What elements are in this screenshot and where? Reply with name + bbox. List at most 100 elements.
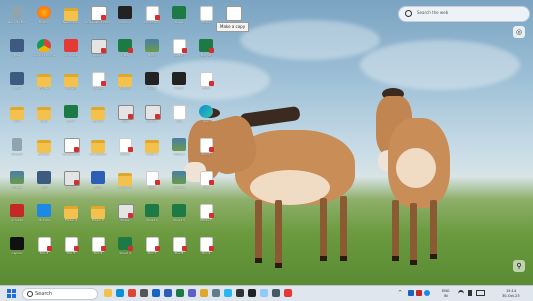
teams-icon[interactable]	[188, 289, 196, 297]
desktop-icon[interactable]: Sheet	[166, 3, 192, 33]
pdf-badge-icon	[182, 48, 187, 53]
desktop-icon[interactable]: Work	[4, 102, 30, 132]
security-icon[interactable]	[408, 290, 414, 296]
desktop-icon[interactable]: Doc 7	[139, 234, 165, 264]
desktop-icon[interactable]: Media	[139, 69, 165, 99]
desktop-icon[interactable]: Text	[166, 102, 192, 132]
camera-icon[interactable]	[236, 289, 244, 297]
desktop-icon[interactable]: List	[193, 168, 219, 198]
desktop-icon[interactable]: Adobe	[166, 69, 192, 99]
desktop-icon[interactable]: Excel	[58, 102, 84, 132]
desktop-icon[interactable]: Memo	[112, 135, 138, 165]
desktop-icon[interactable]: Report	[85, 36, 111, 66]
desktop-icon[interactable]: Doc 8	[166, 234, 192, 264]
desktop-icon[interactable]: Firefox	[31, 3, 57, 33]
desktop-icon[interactable]: Capture	[112, 3, 138, 33]
desktop-icon-label: Screenshot	[62, 153, 80, 156]
taskbar-search-box[interactable]: Search	[22, 288, 98, 300]
desktop-icon[interactable]: Shared	[85, 102, 111, 132]
desktop-icon[interactable]: Doc 6	[85, 234, 111, 264]
snipping-icon[interactable]	[284, 289, 292, 297]
desktop-icon[interactable]: Docs	[31, 102, 57, 132]
edge-icon[interactable]	[116, 289, 124, 297]
desktop-icon[interactable]: Folder 2	[139, 135, 165, 165]
desktop-icon[interactable]: Page	[139, 168, 165, 198]
photos-icon[interactable]	[224, 289, 232, 297]
desktop-icon[interactable]: Letter	[166, 36, 192, 66]
desktop-icon[interactable]: Folder 3	[112, 168, 138, 198]
desktop-icon[interactable]: Sheet 2	[139, 201, 165, 231]
desktop-icon-label: Doc 3	[201, 153, 211, 156]
desktop-icon[interactable]: Invoice	[85, 69, 111, 99]
desktop-icon[interactable]: Notes 2	[193, 201, 219, 231]
notepad-icon[interactable]	[260, 289, 268, 297]
desktop-icon[interactable]: CapCut	[4, 234, 30, 264]
cloud-icon[interactable]	[424, 290, 430, 296]
desktop-icon[interactable]: Doc 4	[31, 234, 57, 264]
excel-icon	[172, 6, 186, 19]
wifi-icon[interactable]	[458, 290, 464, 298]
desktop-icon[interactable]: Data	[112, 36, 138, 66]
desktop-search-box[interactable]: Search the web	[398, 6, 530, 22]
desktop-icon[interactable]: Drive	[4, 69, 30, 99]
desktop-icon[interactable]: Sheet 4	[112, 234, 138, 264]
desktop-icon[interactable]: Folder	[31, 69, 57, 99]
desktop-icon[interactable]: Doc 3	[193, 135, 219, 165]
desktop-icon[interactable]: Scan	[112, 102, 138, 132]
desktop-icon[interactable]: Photo 2	[166, 135, 192, 165]
clock-date[interactable]: 30-Oct-23	[502, 294, 520, 298]
desktop-icon[interactable]: Word	[85, 168, 111, 198]
desktop-icon[interactable]: Form	[193, 69, 219, 99]
desktop-icon[interactable]: Images	[4, 168, 30, 198]
desktop-icon[interactable]: Picture	[166, 168, 192, 198]
file-explorer-icon[interactable]	[104, 289, 112, 297]
word-icon[interactable]	[164, 289, 172, 297]
pdf-badge-icon	[128, 147, 133, 152]
desktop-icon-label: Doc 8	[174, 252, 184, 255]
excel-icon[interactable]	[176, 289, 184, 297]
store-icon[interactable]	[140, 289, 148, 297]
desktop-icon[interactable]: Folder 4	[58, 201, 84, 231]
desktop-icon[interactable]: Tool	[31, 168, 57, 198]
desktop-icon[interactable]: Slides	[112, 201, 138, 231]
desktop-icon[interactable]: Doc 5	[58, 234, 84, 264]
desktop-icon[interactable]: Project	[58, 69, 84, 99]
desktop-icon[interactable]: Budget	[193, 36, 219, 66]
desktop-icon[interactable]: AnyDesk	[58, 36, 84, 66]
folder-icon[interactable]	[200, 289, 208, 297]
desktop-icon[interactable]: Backup	[31, 135, 57, 165]
lens-icon[interactable]: ⚲	[513, 260, 525, 272]
desktop-icon[interactable]: Doc 9	[193, 234, 219, 264]
desktop-icon[interactable]: Screenshot 2023	[85, 3, 111, 33]
desktop-icon[interactable]: Acrobat	[4, 201, 30, 231]
copilot-icon[interactable]: ◎	[513, 26, 525, 38]
desktop-icon[interactable]: Files	[4, 36, 30, 66]
desktop-icon[interactable]: New folder	[58, 3, 84, 33]
desktop-icon[interactable]: VS Code	[31, 201, 57, 231]
desktop-icon[interactable]: Scan 3	[58, 168, 84, 198]
mail-icon[interactable]	[152, 289, 160, 297]
calculator-icon[interactable]	[272, 289, 280, 297]
desktop-icon[interactable]: Google Chrome	[31, 36, 57, 66]
terminal-icon[interactable]	[248, 289, 256, 297]
desktop-icon[interactable]: Scan 2	[139, 102, 165, 132]
antivirus-icon[interactable]	[416, 290, 422, 296]
desktop-icon[interactable]: Archive	[112, 69, 138, 99]
desktop-icon[interactable]: App	[193, 102, 219, 132]
language-indicator[interactable]: ENG	[442, 289, 450, 293]
chrome-icon[interactable]	[128, 289, 136, 297]
clock-time[interactable]: 15:14	[506, 289, 516, 293]
desktop-icon[interactable]: Downloads	[85, 135, 111, 165]
desktop-icon[interactable]: Photo	[139, 36, 165, 66]
desktop-icon[interactable]: Document	[139, 3, 165, 33]
chevron-up-icon[interactable]: ^	[398, 290, 404, 296]
desktop-icon[interactable]: Sheet 3	[166, 201, 192, 231]
volume-icon[interactable]	[468, 290, 472, 296]
settings-icon[interactable]	[212, 289, 220, 297]
battery-icon[interactable]	[476, 290, 485, 296]
desktop-icon[interactable]: Recycle Bin	[4, 3, 30, 33]
start-button[interactable]	[7, 289, 16, 298]
desktop-icon[interactable]: Screenshot	[58, 135, 84, 165]
desktop-icon[interactable]: Recycle	[4, 135, 30, 165]
desktop-icon[interactable]: Folder 5	[85, 201, 111, 231]
